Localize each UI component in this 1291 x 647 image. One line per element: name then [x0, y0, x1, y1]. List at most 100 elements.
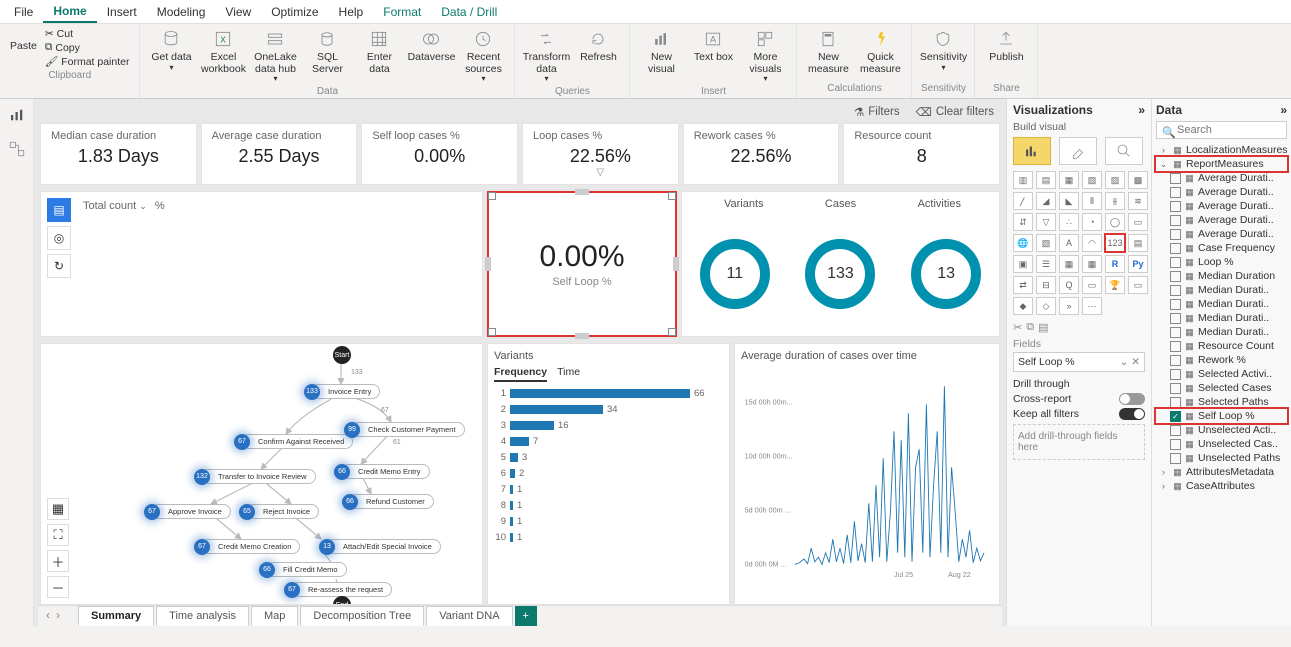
fit-button[interactable]: ⛶	[47, 524, 69, 546]
analytics-tab[interactable]	[1105, 137, 1143, 165]
duration-over-time-visual[interactable]: Average duration of cases over time 15d …	[734, 343, 1000, 605]
drill-through-well[interactable]: Add drill-through fields here	[1013, 424, 1145, 460]
table-localizationmeasures[interactable]: ›▦LocalizationMeasures	[1156, 143, 1287, 157]
variant-row[interactable]: 316	[494, 420, 723, 431]
viz-map[interactable]: 🌐	[1013, 234, 1033, 252]
report-view-button[interactable]	[5, 103, 29, 127]
variant-row[interactable]: 91	[494, 516, 723, 527]
view-tab-3[interactable]: ↻	[47, 254, 71, 278]
node-transfer[interactable]: 132Transfer to Invoice Review	[201, 469, 316, 484]
table-attributesmetadata[interactable]: ›▦AttributesMetadata	[1156, 465, 1287, 479]
variant-row[interactable]: 166	[494, 388, 723, 399]
more-visuals-button[interactable]: More visuals▾	[740, 26, 790, 86]
viz-qna[interactable]: Q	[1059, 276, 1079, 294]
tab-map[interactable]: Map	[251, 606, 298, 626]
field-unselected-acti-[interactable]: ▦Unselected Acti..	[1156, 423, 1287, 437]
tab-frequency[interactable]: Frequency	[494, 366, 547, 382]
field-median-durati-[interactable]: ▦Median Durati..	[1156, 311, 1287, 325]
viz-stackedarea[interactable]: ◣	[1059, 192, 1079, 210]
donut-row[interactable]: Variants11 Cases133 Activities13	[681, 191, 1000, 337]
variant-row[interactable]: 71	[494, 484, 723, 495]
viz-narrative[interactable]: ▭	[1082, 276, 1102, 294]
field-selected-activi-[interactable]: ▦Selected Activi..	[1156, 367, 1287, 381]
viz-100col[interactable]: ▩	[1128, 171, 1148, 189]
viz-kpi[interactable]: ▣	[1013, 255, 1033, 273]
field-average-durati-[interactable]: ▦Average Durati..	[1156, 185, 1287, 199]
field-loop-[interactable]: ▦Loop %	[1156, 255, 1287, 269]
menu-format[interactable]: Format	[373, 2, 431, 22]
format-painter-button[interactable]: 🖌Format painter	[45, 55, 130, 68]
node-credit-create[interactable]: 67Credit Memo Creation	[201, 539, 300, 554]
variant-row[interactable]: 62	[494, 468, 723, 479]
viz-ribbon[interactable]: ≋	[1128, 192, 1148, 210]
viz-area[interactable]: ◢	[1036, 192, 1056, 210]
filters-button[interactable]: ⚗Filters	[854, 105, 900, 119]
viz-gauge[interactable]: ◠	[1082, 234, 1102, 252]
node-refund[interactable]: 66Refund Customer	[349, 494, 434, 509]
menu-home[interactable]: Home	[43, 1, 96, 23]
field-well-value[interactable]: Self Loop %⌄ ✕	[1013, 352, 1145, 372]
viz-waterfall[interactable]: ⇵	[1013, 213, 1033, 231]
zoom-in-button[interactable]: ＋	[47, 550, 69, 572]
card-average-duration[interactable]: Average case duration2.55 Days	[201, 123, 358, 185]
card-rework[interactable]: Rework cases %22.56%	[683, 123, 840, 185]
card-median-duration[interactable]: Median case duration1.83 Days	[40, 123, 197, 185]
variant-row[interactable]: 53	[494, 452, 723, 463]
card-loop[interactable]: Loop cases %22.56%▽	[522, 123, 679, 185]
field-unselected-cas-[interactable]: ▦Unselected Cas..	[1156, 437, 1287, 451]
field-case-frequency[interactable]: ▦Case Frequency	[1156, 241, 1287, 255]
viz-matrix[interactable]: ▦	[1082, 255, 1102, 273]
viz-multirow[interactable]: ▤	[1128, 234, 1148, 252]
node-invoice-entry[interactable]: 133Invoice Entry	[311, 384, 380, 399]
field-average-durati-[interactable]: ▦Average Durati..	[1156, 199, 1287, 213]
onelake-button[interactable]: OneLake data hub▾	[250, 26, 300, 86]
node-confirm[interactable]: 67Confirm Against Received	[241, 434, 353, 449]
node-special[interactable]: 13Attach/Edit Special Invoice	[326, 539, 441, 554]
viz-getmore[interactable]: »	[1059, 297, 1079, 315]
format-visual-tab[interactable]	[1059, 137, 1097, 165]
node-credit-memo-entry[interactable]: 66Credit Memo Entry	[341, 464, 430, 479]
excel-button[interactable]: XExcel workbook	[198, 26, 248, 77]
model-view-button[interactable]	[5, 137, 29, 161]
viz-100bar[interactable]: ▨	[1105, 171, 1125, 189]
menu-optimize[interactable]: Optimize	[261, 2, 328, 22]
tool-cut[interactable]: ✂	[1013, 321, 1022, 334]
viz-funnel[interactable]: ▽	[1036, 213, 1056, 231]
field-selected-paths[interactable]: ▦Selected Paths	[1156, 395, 1287, 409]
next-page-button[interactable]: ›	[54, 608, 62, 622]
field-rework-[interactable]: ▦Rework %	[1156, 353, 1287, 367]
tool-more[interactable]: ▤	[1038, 321, 1048, 334]
tool-copy[interactable]: ⧉	[1026, 321, 1034, 334]
viz-slicer[interactable]: ☰	[1036, 255, 1056, 273]
viz-pie[interactable]: ◔	[1082, 213, 1102, 231]
menu-help[interactable]: Help	[329, 2, 374, 22]
field-average-durati-[interactable]: ▦Average Durati..	[1156, 227, 1287, 241]
dataverse-button[interactable]: Dataverse	[406, 26, 456, 66]
menu-view[interactable]: View	[215, 2, 261, 22]
sensitivity-button[interactable]: Sensitivity▾	[918, 26, 968, 74]
tab-summary[interactable]: Summary	[78, 606, 154, 626]
quick-measure-button[interactable]: Quick measure	[855, 26, 905, 77]
refresh-button[interactable]: Refresh	[573, 26, 623, 66]
viz-combo2[interactable]: ⫵	[1105, 192, 1125, 210]
viz-more[interactable]: ⋯	[1082, 297, 1102, 315]
view-tab-2[interactable]: ◎	[47, 226, 71, 250]
variant-row[interactable]: 81	[494, 500, 723, 511]
tab-time[interactable]: Time	[557, 366, 580, 382]
table-reportmeasures[interactable]: ⌄▦ReportMeasures	[1156, 157, 1287, 171]
table-caseattributes[interactable]: ›▦CaseAttributes	[1156, 479, 1287, 493]
new-measure-button[interactable]: New measure	[803, 26, 853, 77]
collapse-viz-icon[interactable]: »	[1138, 103, 1145, 117]
viz-table[interactable]: ▦	[1059, 255, 1079, 273]
sql-button[interactable]: SQL Server	[302, 26, 352, 77]
viz-paginated[interactable]: ▭	[1128, 276, 1148, 294]
field-median-durati-[interactable]: ▦Median Durati..	[1156, 283, 1287, 297]
cut-button[interactable]: ✂Cut	[45, 28, 130, 40]
layout-grid-button[interactable]: ▦	[47, 498, 69, 520]
field-median-durati-[interactable]: ▦Median Durati..	[1156, 325, 1287, 339]
viz-custom1[interactable]: ◆	[1013, 297, 1033, 315]
field-self-loop-[interactable]: ✓▦Self Loop %	[1156, 409, 1287, 423]
tab-variant-dna[interactable]: Variant DNA	[426, 606, 512, 626]
viz-decomp[interactable]: ⊟	[1036, 276, 1056, 294]
menu-file[interactable]: File	[4, 2, 43, 22]
